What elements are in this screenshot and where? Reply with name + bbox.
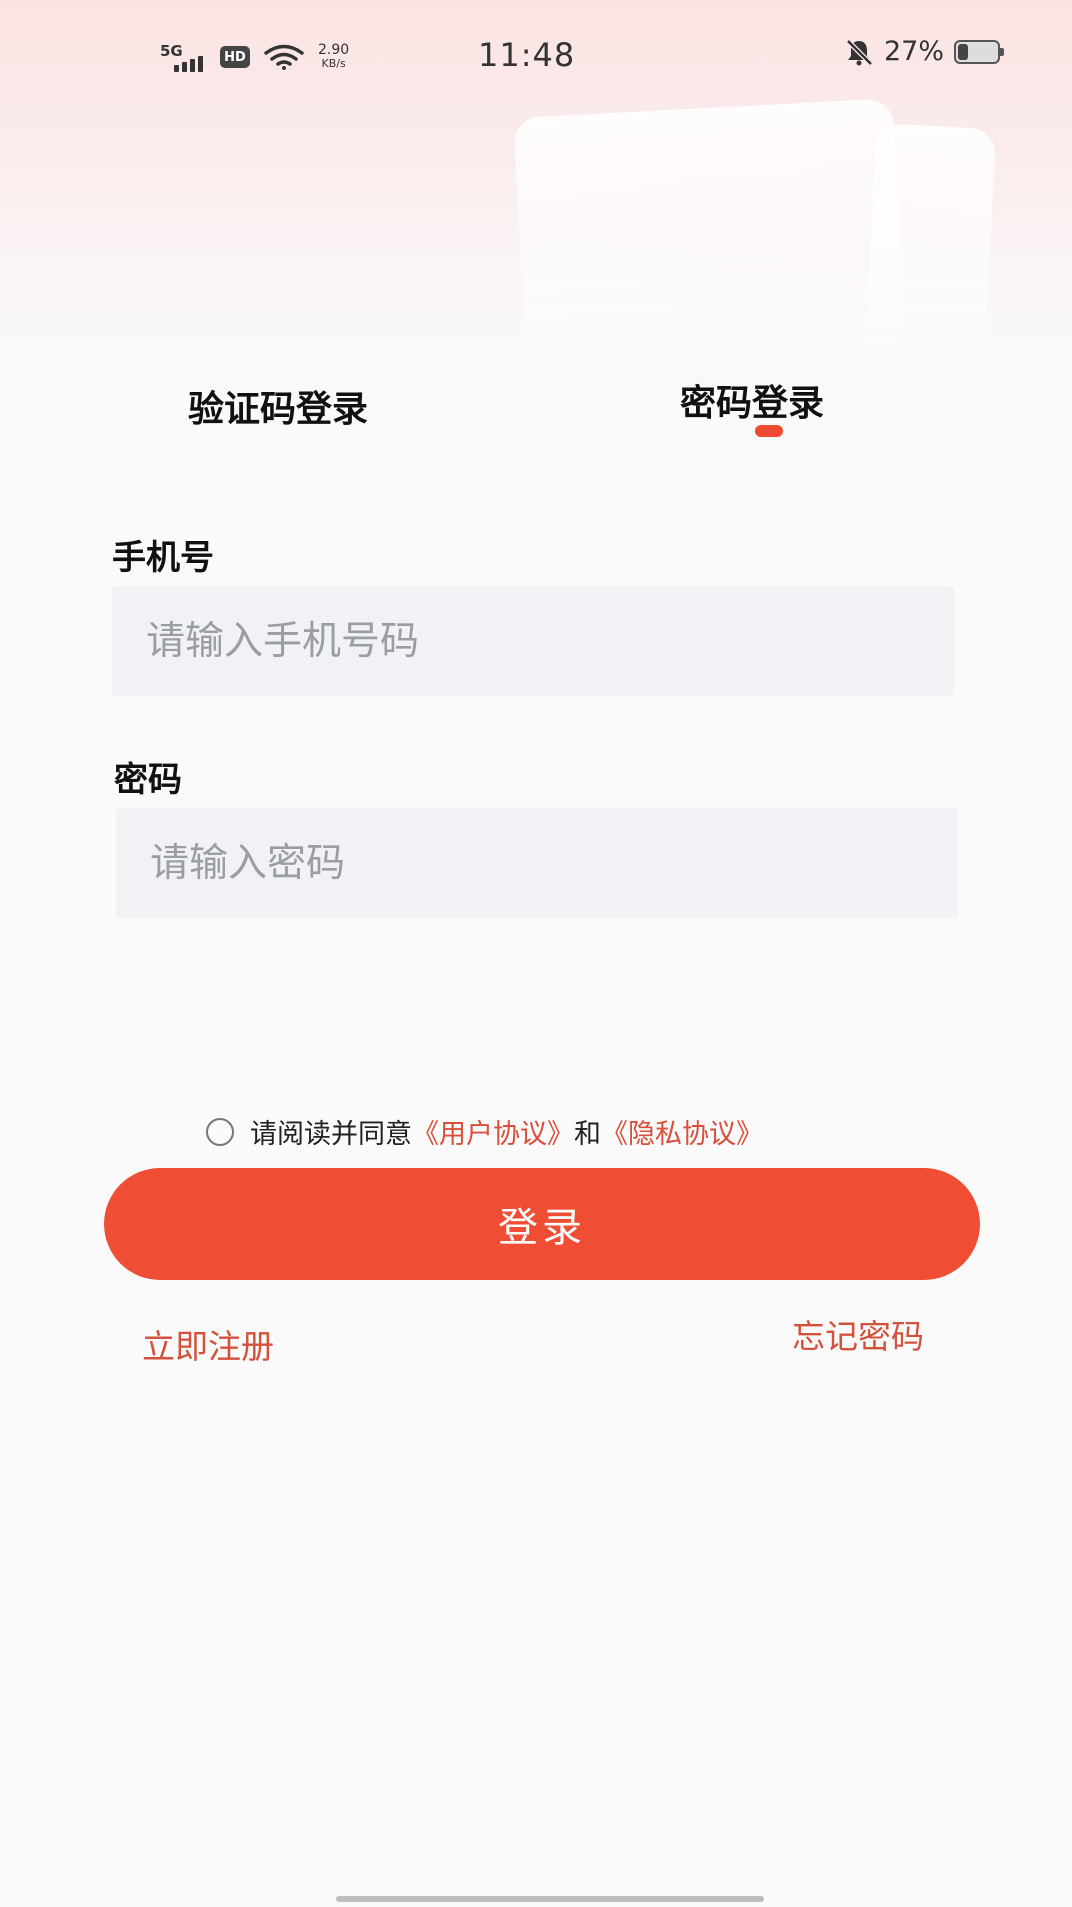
login-tabs: 验证码登录 密码登录: [0, 372, 1072, 452]
hd-icon: HD: [220, 46, 250, 68]
phone-label: 手机号: [112, 538, 214, 578]
user-agreement-link[interactable]: 《用户协议》: [412, 1112, 574, 1151]
password-label: 密码: [114, 760, 182, 800]
battery-percentage: 27%: [883, 36, 944, 67]
clock: 11:48: [478, 36, 576, 74]
register-link[interactable]: 立即注册: [142, 1320, 274, 1368]
battery-icon: [954, 39, 1004, 64]
status-bar-right: 27%: [844, 36, 1004, 67]
status-bar-left: 5G HD 2.90 KB/s: [160, 42, 349, 72]
cellular-signal-icon: 5G: [160, 42, 206, 72]
tab-password-login[interactable]: 密码登录: [680, 374, 824, 426]
home-indicator[interactable]: [336, 1896, 764, 1902]
password-field-container: [116, 808, 958, 918]
agreement-row: 请阅读并同意 《用户协议》 和 《隐私协议》: [206, 1112, 763, 1151]
network-speed-value: 2.90: [318, 42, 350, 58]
wifi-icon: [264, 44, 304, 70]
login-button[interactable]: 登录: [104, 1168, 980, 1280]
agreement-checkbox[interactable]: [206, 1117, 234, 1146]
privacy-policy-link[interactable]: 《隐私协议》: [601, 1112, 763, 1151]
network-speed-unit: KB/s: [321, 57, 346, 70]
agreement-prefix: 请阅读并同意: [250, 1119, 412, 1150]
decorative-card: [863, 123, 997, 379]
agreement-and: 和: [574, 1119, 601, 1150]
phone-input[interactable]: [112, 586, 954, 696]
phone-field-container: [112, 586, 954, 696]
network-speed: 2.90 KB/s: [318, 43, 349, 71]
battery-level: [958, 43, 968, 60]
forgot-password-link[interactable]: 忘记密码: [792, 1310, 924, 1358]
decorative-card: [513, 98, 907, 388]
status-bar: 5G HD 2.90 KB/s 11:48 27%: [0, 28, 1072, 88]
tab-sms-login[interactable]: 验证码登录: [188, 380, 368, 432]
active-tab-indicator: [755, 425, 783, 437]
bell-muted-icon: [846, 38, 873, 66]
password-input[interactable]: [116, 808, 958, 918]
